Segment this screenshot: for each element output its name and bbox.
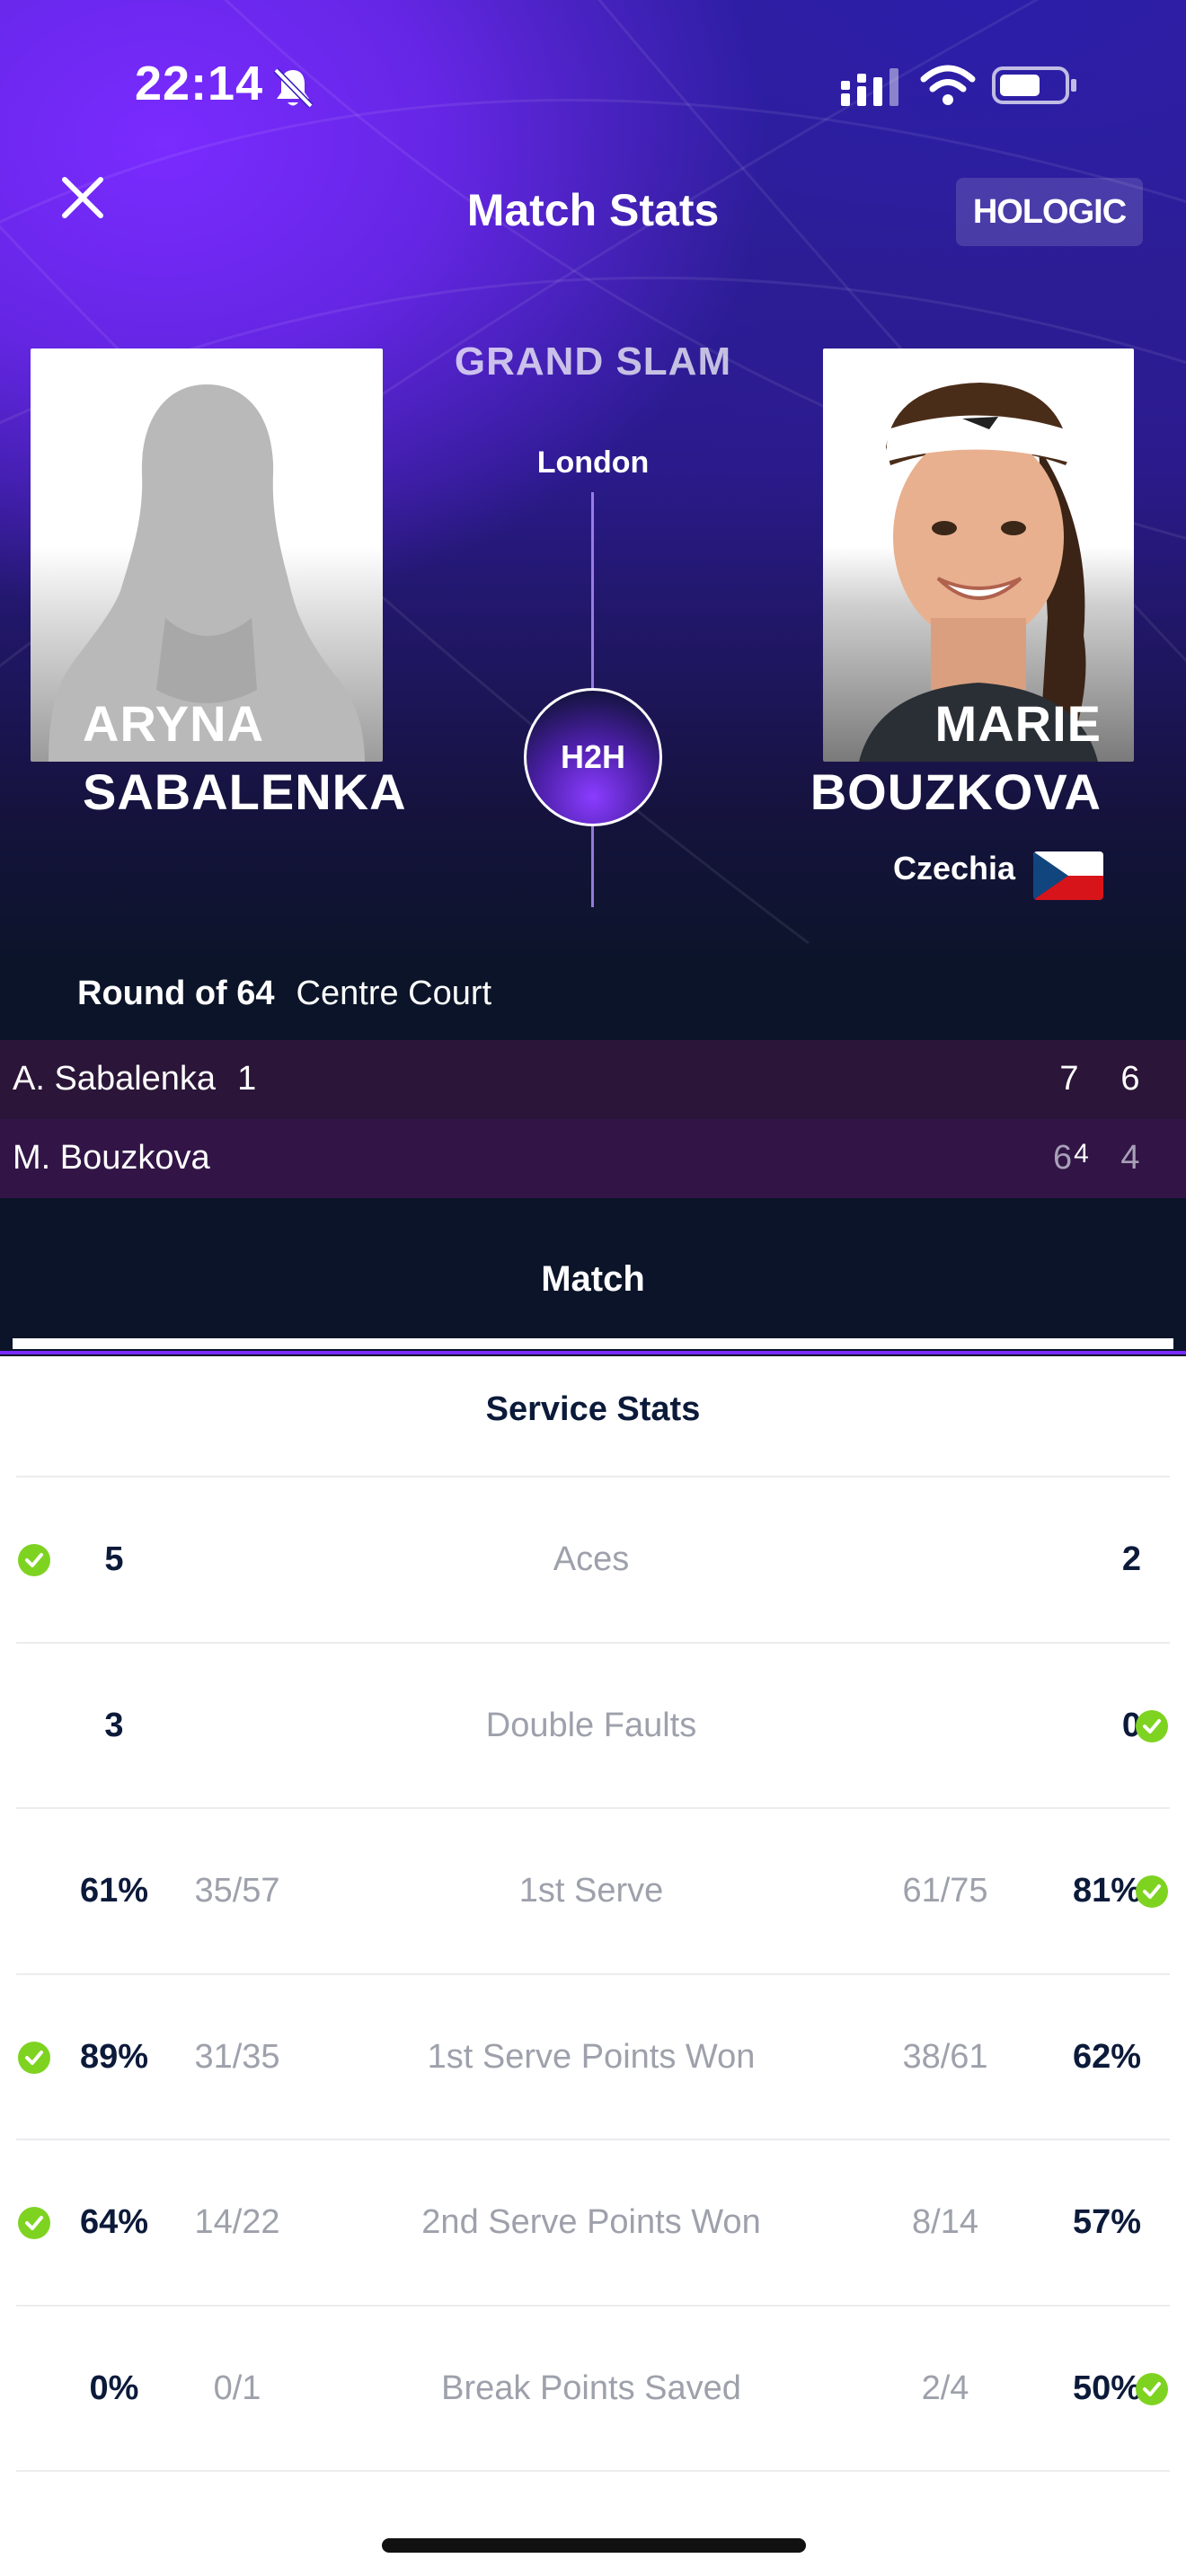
bell-muted-icon: [273, 67, 314, 109]
stat-row: 3 Double Faults 0: [0, 1642, 1186, 1807]
stat-left-fraction: 0/1: [213, 2369, 261, 2407]
scoreboard-row: A. Sabalenka 1 7 6: [0, 1040, 1186, 1119]
set-score: 6: [1120, 1060, 1140, 1098]
stat-label: Break Points Saved: [441, 2369, 741, 2407]
score-player-name: M. Bouzkova: [13, 1139, 210, 1177]
home-indicator[interactable]: [382, 2538, 806, 2553]
tab-indicator: [13, 1338, 1173, 1349]
h2h-button[interactable]: H2H: [524, 688, 662, 826]
player-left-first: ARYNA: [83, 695, 265, 752]
player-right-name[interactable]: MARIE BOUZKOVA: [810, 690, 1102, 826]
stat-label: Double Faults: [485, 1706, 697, 1744]
check-icon: [1136, 2372, 1168, 2405]
stat-right-fraction: 8/14: [912, 2203, 978, 2241]
stat-left-value: 64%: [79, 2203, 149, 2241]
stat-right-value: 62%: [1072, 2037, 1141, 2076]
tournament-name: GRAND SLAM: [454, 340, 732, 384]
stat-row: 89% 31/35 1st Serve Points Won 38/61 62%: [0, 1973, 1186, 2139]
stat-row: 5 Aces 2: [0, 1476, 1186, 1641]
stat-left-fraction: 31/35: [194, 2037, 280, 2076]
set-score: 7: [1059, 1060, 1079, 1098]
court-label: Centre Court: [296, 975, 492, 1012]
stat-left-value: 61%: [79, 1872, 149, 1910]
divider-line-top: [591, 492, 594, 688]
status-bar: 22:14: [0, 0, 1186, 171]
divider-line-bottom: [591, 826, 594, 907]
player-right-first: MARIE: [934, 695, 1102, 752]
scoreboard-row: M. Bouzkova 64 4: [0, 1119, 1186, 1198]
wifi-icon: [920, 65, 976, 105]
check-icon: [1136, 1875, 1168, 1908]
stat-left-value: 89%: [79, 2037, 149, 2076]
check-icon: [18, 2041, 50, 2074]
stat-label: 1st Serve: [518, 1872, 664, 1910]
stat-label: 1st Serve Points Won: [427, 2037, 756, 2076]
tab-underline: [0, 1351, 1186, 1354]
stat-right-fraction: 38/61: [902, 2037, 988, 2076]
sponsor-logo: HOLOGIC: [956, 178, 1143, 246]
stat-right-fraction: 2/4: [921, 2369, 969, 2407]
set-score: 4: [1120, 1139, 1140, 1177]
score-player-seed: 1: [237, 1060, 257, 1098]
player-left-last: SABALENKA: [83, 763, 407, 820]
stat-left-fraction: 14/22: [194, 2203, 280, 2241]
stat-label: Aces: [553, 1540, 630, 1578]
player-right-last: BOUZKOVA: [810, 763, 1102, 820]
player-left-name[interactable]: ARYNA SABALENKA: [83, 690, 407, 826]
stat-right-value: 2: [1121, 1540, 1141, 1578]
stat-left-fraction: 35/57: [194, 1872, 280, 1910]
stat-left-value: 5: [104, 1540, 124, 1578]
check-icon: [18, 1544, 50, 1576]
check-icon: [18, 2207, 50, 2239]
stat-label: 2nd Serve Points Won: [421, 2203, 761, 2241]
player-right-country: Czechia: [893, 850, 1016, 887]
divider: [16, 2470, 1170, 2472]
tab-match[interactable]: Match: [0, 1198, 1186, 1356]
stat-row: 0% 0/1 Break Points Saved 2/4 50%: [0, 2305, 1186, 2470]
stat-left-value: 0%: [89, 2369, 139, 2407]
stat-row: 64% 14/22 2nd Serve Points Won 8/14 57%: [0, 2139, 1186, 2304]
score-player-name: A. Sabalenka: [13, 1060, 217, 1098]
stat-right-fraction: 61/75: [902, 1872, 988, 1910]
set-score: 64: [1053, 1139, 1107, 1178]
status-time: 22:14: [135, 57, 264, 110]
section-title: Service Stats: [485, 1390, 701, 1428]
check-icon: [1136, 1709, 1168, 1742]
stat-right-value: 57%: [1072, 2203, 1141, 2241]
battery-icon: [992, 66, 1076, 104]
czech-flag-icon: [1033, 851, 1103, 900]
stat-left-value: 3: [104, 1706, 124, 1744]
set-score-value: 6: [1053, 1139, 1073, 1177]
round-label: Round of 64: [77, 975, 275, 1012]
tournament-city: London: [536, 446, 650, 480]
stat-row: 61% 35/57 1st Serve 61/75 81%: [0, 1807, 1186, 1972]
tiebreak-score: 4: [1074, 1139, 1089, 1169]
signal-icon: [841, 68, 898, 106]
match-round: Round of 64 Centre Court: [77, 975, 491, 1013]
